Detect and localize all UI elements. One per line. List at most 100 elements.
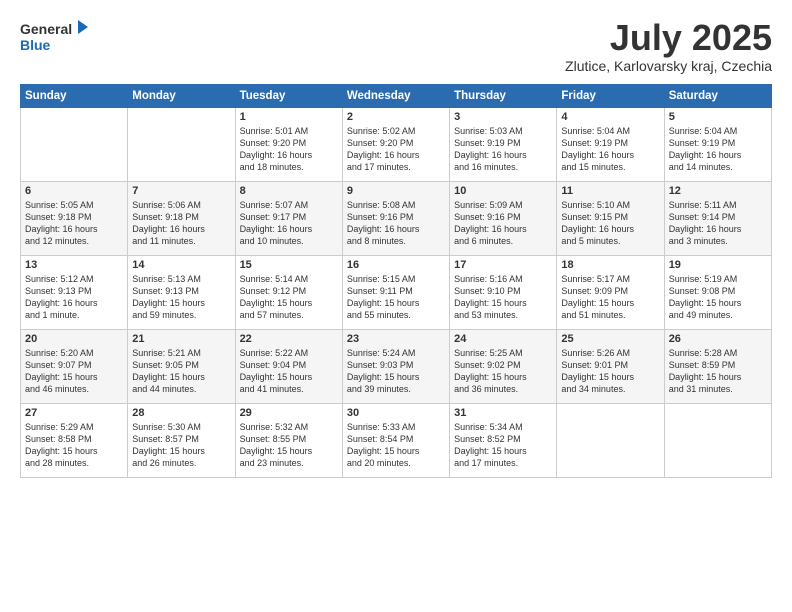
day-info: Sunrise: 5:21 AM Sunset: 9:05 PM Dayligh… (132, 347, 230, 396)
table-row: 20 Sunrise: 5:20 AM Sunset: 9:07 PM Dayli… (21, 329, 128, 403)
table-row: 14 Sunrise: 5:13 AM Sunset: 9:13 PM Dayli… (128, 255, 235, 329)
day-number: 2 (347, 111, 445, 123)
day-number: 23 (347, 333, 445, 345)
table-row: 12 Sunrise: 5:11 AM Sunset: 9:14 PM Dayli… (664, 181, 771, 255)
day-info: Sunrise: 5:12 AM Sunset: 9:13 PM Dayligh… (25, 273, 123, 322)
day-info: Sunrise: 5:14 AM Sunset: 9:12 PM Dayligh… (240, 273, 338, 322)
table-row: 21 Sunrise: 5:21 AM Sunset: 9:05 PM Dayli… (128, 329, 235, 403)
table-row (21, 107, 128, 181)
day-info: Sunrise: 5:07 AM Sunset: 9:17 PM Dayligh… (240, 199, 338, 248)
day-number: 9 (347, 185, 445, 197)
table-row: 10Sunrise: 5:09 AM Sunset: 9:16 PM Dayli… (450, 181, 557, 255)
calendar-week-row: 27Sunrise: 5:29 AM Sunset: 8:58 PM Dayli… (21, 403, 772, 477)
day-number: 15 (240, 259, 338, 271)
day-number: 17 (454, 259, 552, 271)
day-info: Sunrise: 5:08 AM Sunset: 9:16 PM Dayligh… (347, 199, 445, 248)
day-number: 25 (561, 333, 659, 345)
table-row: 7 Sunrise: 5:06 AM Sunset: 9:18 PM Daylig… (128, 181, 235, 255)
table-row: 28Sunrise: 5:30 AM Sunset: 8:57 PM Dayli… (128, 403, 235, 477)
day-number: 19 (669, 259, 767, 271)
table-row: 24 Sunrise: 5:25 AM Sunset: 9:02 PM Dayli… (450, 329, 557, 403)
day-info: Sunrise: 5:20 AM Sunset: 9:07 PM Dayligh… (25, 347, 123, 396)
day-info: Sunrise: 5:19 AM Sunset: 9:08 PM Dayligh… (669, 273, 767, 322)
subtitle: Zlutice, Karlovarsky kraj, Czechia (565, 58, 772, 74)
day-number: 21 (132, 333, 230, 345)
table-row: 4Sunrise: 5:04 AM Sunset: 9:19 PM Daylig… (557, 107, 664, 181)
day-info: Sunrise: 5:15 AM Sunset: 9:11 PM Dayligh… (347, 273, 445, 322)
day-number: 26 (669, 333, 767, 345)
title-block: July 2025 Zlutice, Karlovarsky kraj, Cze… (565, 18, 772, 74)
day-number: 14 (132, 259, 230, 271)
day-info: Sunrise: 5:13 AM Sunset: 9:13 PM Dayligh… (132, 273, 230, 322)
day-number: 22 (240, 333, 338, 345)
table-row: 3 Sunrise: 5:03 AM Sunset: 9:19 PM Daylig… (450, 107, 557, 181)
page: GeneralBlue July 2025 Zlutice, Karlovars… (0, 0, 792, 612)
day-info: Sunrise: 5:28 AM Sunset: 8:59 PM Dayligh… (669, 347, 767, 396)
table-row: 22 Sunrise: 5:22 AM Sunset: 9:04 PM Dayli… (235, 329, 342, 403)
day-info: Sunrise: 5:32 AM Sunset: 8:55 PM Dayligh… (240, 421, 338, 470)
day-number: 7 (132, 185, 230, 197)
calendar-week-row: 1Sunrise: 5:01 AM Sunset: 9:20 PM Daylig… (21, 107, 772, 181)
day-info: Sunrise: 5:24 AM Sunset: 9:03 PM Dayligh… (347, 347, 445, 396)
calendar-header-row: Sunday Monday Tuesday Wednesday Thursday… (21, 84, 772, 107)
table-row: 29 Sunrise: 5:32 AM Sunset: 8:55 PM Dayli… (235, 403, 342, 477)
day-info: Sunrise: 5:26 AM Sunset: 9:01 PM Dayligh… (561, 347, 659, 396)
day-number: 18 (561, 259, 659, 271)
day-info: Sunrise: 5:25 AM Sunset: 9:02 PM Dayligh… (454, 347, 552, 396)
table-row: 23 Sunrise: 5:24 AM Sunset: 9:03 PM Dayli… (342, 329, 449, 403)
month-title: July 2025 (565, 18, 772, 58)
col-saturday: Saturday (664, 84, 771, 107)
day-number: 28 (132, 407, 230, 419)
day-number: 8 (240, 185, 338, 197)
day-info: Sunrise: 5:17 AM Sunset: 9:09 PM Dayligh… (561, 273, 659, 322)
col-friday: Friday (557, 84, 664, 107)
day-number: 29 (240, 407, 338, 419)
table-row: 2Sunrise: 5:02 AM Sunset: 9:20 PM Daylig… (342, 107, 449, 181)
svg-text:Blue: Blue (20, 37, 51, 53)
table-row: 13 Sunrise: 5:12 AM Sunset: 9:13 PM Dayli… (21, 255, 128, 329)
table-row: 16 Sunrise: 5:15 AM Sunset: 9:11 PM Dayli… (342, 255, 449, 329)
calendar-table: Sunday Monday Tuesday Wednesday Thursday… (20, 84, 772, 478)
day-info: Sunrise: 5:22 AM Sunset: 9:04 PM Dayligh… (240, 347, 338, 396)
logo: GeneralBlue (20, 18, 90, 54)
table-row: 30 Sunrise: 5:33 AM Sunset: 8:54 PM Dayli… (342, 403, 449, 477)
day-info: Sunrise: 5:16 AM Sunset: 9:10 PM Dayligh… (454, 273, 552, 322)
day-number: 3 (454, 111, 552, 123)
day-number: 12 (669, 185, 767, 197)
table-row: 19 Sunrise: 5:19 AM Sunset: 9:08 PM Dayli… (664, 255, 771, 329)
table-row: 8 Sunrise: 5:07 AM Sunset: 9:17 PM Daylig… (235, 181, 342, 255)
table-row (557, 403, 664, 477)
table-row: 18 Sunrise: 5:17 AM Sunset: 9:09 PM Dayli… (557, 255, 664, 329)
day-info: Sunrise: 5:34 AM Sunset: 8:52 PM Dayligh… (454, 421, 552, 470)
day-info: Sunrise: 5:29 AM Sunset: 8:58 PM Dayligh… (25, 421, 123, 470)
day-number: 20 (25, 333, 123, 345)
day-info: Sunrise: 5:06 AM Sunset: 9:18 PM Dayligh… (132, 199, 230, 248)
table-row: 17 Sunrise: 5:16 AM Sunset: 9:10 PM Dayli… (450, 255, 557, 329)
table-row (664, 403, 771, 477)
day-info: Sunrise: 5:03 AM Sunset: 9:19 PM Dayligh… (454, 125, 552, 174)
day-info: Sunrise: 5:09 AM Sunset: 9:16 PM Dayligh… (454, 199, 552, 248)
day-info: Sunrise: 5:04 AM Sunset: 9:19 PM Dayligh… (669, 125, 767, 174)
table-row: 26 Sunrise: 5:28 AM Sunset: 8:59 PM Dayli… (664, 329, 771, 403)
day-number: 11 (561, 185, 659, 197)
day-number: 24 (454, 333, 552, 345)
day-number: 5 (669, 111, 767, 123)
day-number: 6 (25, 185, 123, 197)
day-number: 16 (347, 259, 445, 271)
col-monday: Monday (128, 84, 235, 107)
day-info: Sunrise: 5:01 AM Sunset: 9:20 PM Dayligh… (240, 125, 338, 174)
table-row: 9 Sunrise: 5:08 AM Sunset: 9:16 PM Daylig… (342, 181, 449, 255)
col-tuesday: Tuesday (235, 84, 342, 107)
day-info: Sunrise: 5:10 AM Sunset: 9:15 PM Dayligh… (561, 199, 659, 248)
day-number: 30 (347, 407, 445, 419)
day-info: Sunrise: 5:11 AM Sunset: 9:14 PM Dayligh… (669, 199, 767, 248)
logo-svg: GeneralBlue (20, 18, 90, 54)
table-row (128, 107, 235, 181)
day-number: 13 (25, 259, 123, 271)
day-number: 31 (454, 407, 552, 419)
table-row: 15 Sunrise: 5:14 AM Sunset: 9:12 PM Dayli… (235, 255, 342, 329)
day-info: Sunrise: 5:33 AM Sunset: 8:54 PM Dayligh… (347, 421, 445, 470)
table-row: 11 Sunrise: 5:10 AM Sunset: 9:15 PM Dayli… (557, 181, 664, 255)
table-row: 25 Sunrise: 5:26 AM Sunset: 9:01 PM Dayli… (557, 329, 664, 403)
day-number: 4 (561, 111, 659, 123)
